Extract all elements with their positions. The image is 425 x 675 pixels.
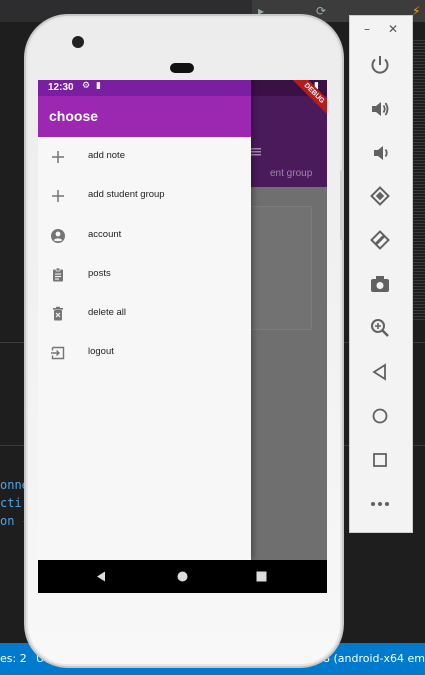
device-screen: ▾ ▮ DEBUG ent group 12:30 ⚙ ▮ choose add… bbox=[38, 80, 327, 593]
menu-item-account[interactable]: account bbox=[38, 216, 251, 255]
nav-home-icon[interactable] bbox=[177, 571, 188, 582]
nav-overview-icon[interactable] bbox=[256, 571, 267, 582]
menu-item-label: delete all bbox=[88, 307, 127, 319]
menu-item-label: posts bbox=[88, 267, 111, 279]
minimize-icon[interactable]: – bbox=[364, 22, 370, 36]
menu-item-add-student-group[interactable]: add student group bbox=[38, 176, 251, 215]
plus-icon bbox=[52, 151, 64, 163]
clipboard-icon bbox=[53, 267, 63, 282]
nav-back-icon[interactable] bbox=[96, 571, 106, 582]
menu-icon bbox=[251, 148, 261, 156]
android-nav-bar bbox=[38, 560, 327, 593]
volume-up-icon[interactable] bbox=[368, 97, 392, 121]
menu-item-logout[interactable]: logout bbox=[38, 333, 251, 372]
camera-icon[interactable] bbox=[368, 272, 392, 296]
drawer-menu: add note add student group account posts… bbox=[38, 137, 251, 373]
front-camera bbox=[72, 36, 84, 48]
close-icon[interactable]: ✕ bbox=[388, 22, 398, 36]
content-card[interactable] bbox=[250, 206, 312, 330]
menu-item-label: add student group bbox=[88, 189, 165, 201]
plus-icon bbox=[52, 190, 64, 203]
tab-label: ent group bbox=[270, 168, 313, 179]
settings-icon: ⚙ bbox=[82, 81, 91, 91]
lightning-icon[interactable]: ⚡ bbox=[412, 4, 420, 18]
status-time: 12:30 bbox=[48, 82, 74, 93]
navigation-drawer: 12:30 ⚙ ▮ choose add note add student gr… bbox=[38, 80, 251, 560]
refresh-icon[interactable]: ⟳ bbox=[316, 4, 326, 18]
home-icon[interactable] bbox=[368, 404, 392, 428]
device-selector[interactable]: 28 (android-x64 emu bbox=[316, 652, 425, 665]
more-icon[interactable] bbox=[368, 492, 392, 516]
side-button[interactable] bbox=[340, 170, 344, 240]
logout-icon bbox=[51, 347, 65, 360]
menu-item-label: logout bbox=[88, 346, 114, 358]
rotate-right-icon[interactable] bbox=[368, 228, 392, 252]
problems-count[interactable]: es: 2 bbox=[0, 652, 27, 665]
account-circle-icon bbox=[51, 228, 65, 243]
drawer-header: choose bbox=[38, 96, 251, 137]
menu-item-add-note[interactable]: add note bbox=[38, 137, 251, 176]
volume-down-icon[interactable] bbox=[368, 141, 392, 165]
output-line: cti bbox=[0, 496, 22, 510]
ide-minimap[interactable] bbox=[413, 40, 425, 320]
menu-item-delete-all[interactable]: delete all bbox=[38, 294, 251, 333]
menu-item-label: account bbox=[88, 228, 122, 240]
overview-icon[interactable] bbox=[368, 448, 392, 472]
back-icon[interactable] bbox=[368, 360, 392, 384]
drawer-title: choose bbox=[49, 108, 99, 124]
sd-card-icon: ▮ bbox=[96, 81, 101, 91]
menu-item-posts[interactable]: posts bbox=[38, 255, 251, 294]
menu-item-label: add note bbox=[88, 150, 125, 161]
delete-icon bbox=[53, 306, 63, 321]
emulator-toolbar: – ✕ bbox=[349, 15, 413, 533]
status-bar: 12:30 ⚙ ▮ bbox=[38, 80, 251, 96]
zoom-icon[interactable] bbox=[368, 316, 392, 340]
rotate-left-icon[interactable] bbox=[368, 184, 392, 208]
power-icon[interactable] bbox=[368, 53, 392, 77]
earpiece-speaker bbox=[170, 63, 194, 73]
